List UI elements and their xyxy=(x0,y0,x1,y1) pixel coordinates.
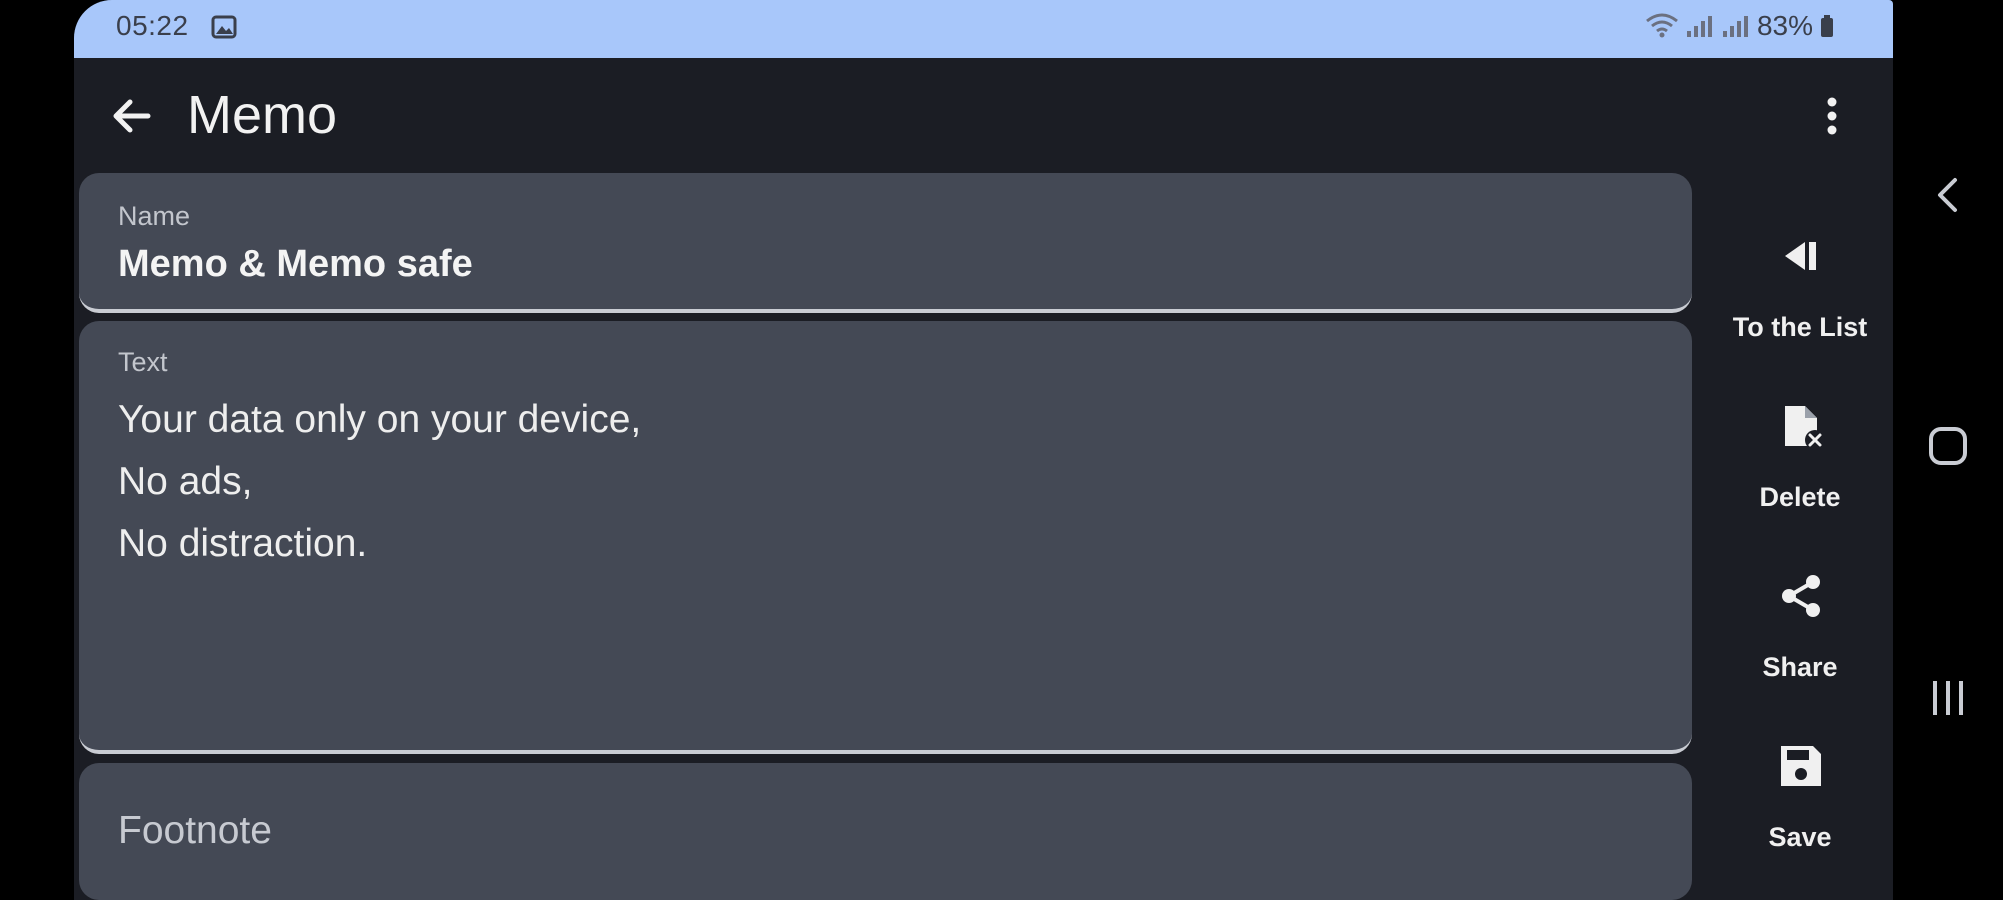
recents-icon[interactable] xyxy=(1923,673,1973,723)
back-icon[interactable] xyxy=(1923,170,1973,220)
text-label: Text xyxy=(118,347,168,377)
share-icon xyxy=(1777,572,1825,620)
app-bar: Memo xyxy=(74,58,1893,172)
delete-button[interactable]: Delete xyxy=(1707,402,1893,552)
status-icons: 83% xyxy=(1645,10,1835,42)
status-bar: 05:22 83% xyxy=(74,0,1893,58)
footnote-field[interactable]: Footnote xyxy=(79,763,1692,900)
share-label: Share xyxy=(1762,652,1838,682)
name-label: Name xyxy=(118,201,191,231)
gallery-icon xyxy=(211,14,237,40)
to-list-label: To the List xyxy=(1732,312,1868,342)
delete-note-icon xyxy=(1777,402,1825,450)
page-title: Memo xyxy=(187,85,338,145)
battery-icon xyxy=(1819,13,1835,39)
battery-percent: 83% xyxy=(1756,10,1813,41)
save-icon xyxy=(1777,742,1825,790)
save-label: Save xyxy=(1768,822,1832,852)
wifi-icon xyxy=(1645,13,1679,39)
arrow-back-icon xyxy=(113,99,151,133)
name-field[interactable]: Name Memo & Memo safe xyxy=(79,173,1692,313)
more-vert-icon xyxy=(1827,97,1837,135)
text-line: No distraction. xyxy=(118,522,368,565)
to-list-button[interactable]: To the List xyxy=(1707,232,1893,382)
signal-icon xyxy=(1685,13,1715,39)
text-field[interactable]: Text Your data only on your device, No a… xyxy=(79,321,1692,754)
text-line: No ads, xyxy=(118,460,253,503)
app-screen: 05:22 83% Memo Name Memo & Memo safe Tex… xyxy=(74,0,1893,900)
to-list-icon xyxy=(1777,232,1825,280)
text-value[interactable]: Your data only on your device, No ads, N… xyxy=(118,389,641,575)
delete-label: Delete xyxy=(1759,482,1841,512)
status-time: 05:22 xyxy=(116,10,189,41)
save-button[interactable]: Save xyxy=(1707,742,1893,892)
back-button[interactable] xyxy=(104,88,160,144)
overflow-menu-button[interactable] xyxy=(1812,88,1852,144)
system-navigation-bar xyxy=(1893,0,2003,900)
share-button[interactable]: Share xyxy=(1707,572,1893,722)
home-icon[interactable] xyxy=(1923,421,1973,471)
name-value[interactable]: Memo & Memo safe xyxy=(118,243,473,286)
signal-icon xyxy=(1721,13,1751,39)
text-line: Your data only on your device, xyxy=(118,398,642,441)
footnote-placeholder: Footnote xyxy=(118,809,272,852)
